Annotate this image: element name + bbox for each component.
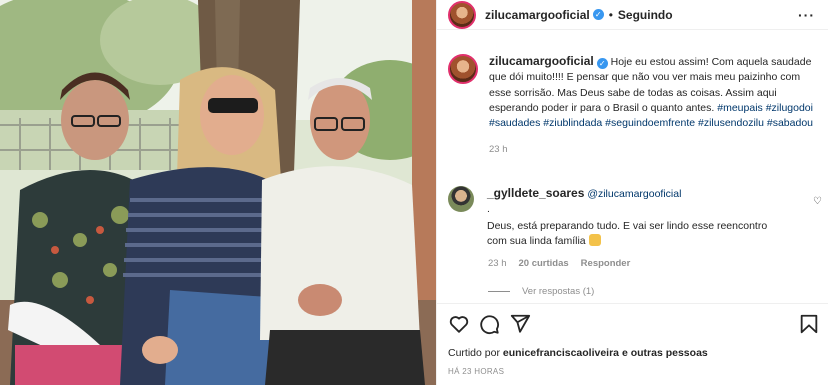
raised-hands-emoji-icon	[588, 233, 601, 246]
heart-icon[interactable]	[448, 313, 470, 335]
likes-prefix: Curtido por	[448, 347, 500, 359]
actions-divider	[437, 303, 828, 304]
post-photo[interactable]	[0, 0, 436, 385]
liked-by-user[interactable]: eunicefranciscaoliveira	[503, 347, 619, 359]
post-view: zilucamargooficial ✓ • Seguindo ··· zilu…	[0, 0, 828, 385]
likes-summary: Curtido por eunicefranciscaoliveira e ou…	[448, 347, 708, 359]
caption-username[interactable]: zilucamargooficial	[489, 54, 594, 68]
verified-badge-icon: ✓	[592, 9, 604, 20]
comment-like-heart-icon[interactable]: ♡	[813, 196, 822, 207]
comment-time: 23 h	[488, 258, 507, 269]
caption-time: 23 h	[489, 144, 508, 156]
comment-item: _gylldete_soares @zilucamargooficial . D…	[448, 186, 823, 249]
author-avatar[interactable]	[448, 0, 476, 29]
reply-button[interactable]: Responder	[581, 258, 631, 269]
post-image	[0, 0, 436, 385]
post-caption: zilucamargooficial ✓ Hoje eu estou assim!…	[448, 54, 820, 158]
share-icon[interactable]	[509, 313, 531, 335]
commenter-username[interactable]: _gylldete_soares	[487, 186, 584, 200]
replies-line	[488, 291, 510, 292]
separator-dot: •	[608, 7, 613, 22]
action-bar	[448, 313, 820, 335]
post-detail-panel: zilucamargooficial ✓ • Seguindo ··· zilu…	[436, 0, 828, 385]
comment-likes-count[interactable]: 20 curtidas	[519, 258, 569, 269]
post-timestamp: HÁ 23 HORAS	[448, 367, 505, 376]
comment-line-1: .	[487, 203, 490, 216]
comment-text: Deus, está preparando tudo. E vai ser li…	[487, 219, 768, 247]
following-button[interactable]: Seguindo	[618, 8, 673, 22]
caption-body: zilucamargooficial ✓ Hoje eu estou assim!…	[489, 54, 819, 158]
comment-body: _gylldete_soares @zilucamargooficial . D…	[487, 186, 777, 249]
author-username[interactable]: zilucamargooficial	[485, 8, 590, 22]
more-options-icon[interactable]: ···	[798, 7, 815, 23]
comment-icon[interactable]	[478, 313, 500, 335]
post-header: zilucamargooficial ✓ • Seguindo ···	[437, 0, 828, 30]
caption-avatar[interactable]	[448, 54, 478, 84]
view-replies-label[interactable]: Ver respostas (1)	[522, 286, 594, 297]
commenter-avatar[interactable]	[448, 186, 474, 212]
comment-meta: 23 h 20 curtidas Responder	[488, 258, 630, 269]
bookmark-icon[interactable]	[798, 313, 820, 335]
comment-mention[interactable]: @zilucamargooficial	[587, 188, 681, 200]
verified-badge-icon: ✓	[596, 58, 608, 69]
likes-others[interactable]: e outras pessoas	[622, 347, 708, 359]
view-replies[interactable]: Ver respostas (1)	[488, 286, 594, 297]
